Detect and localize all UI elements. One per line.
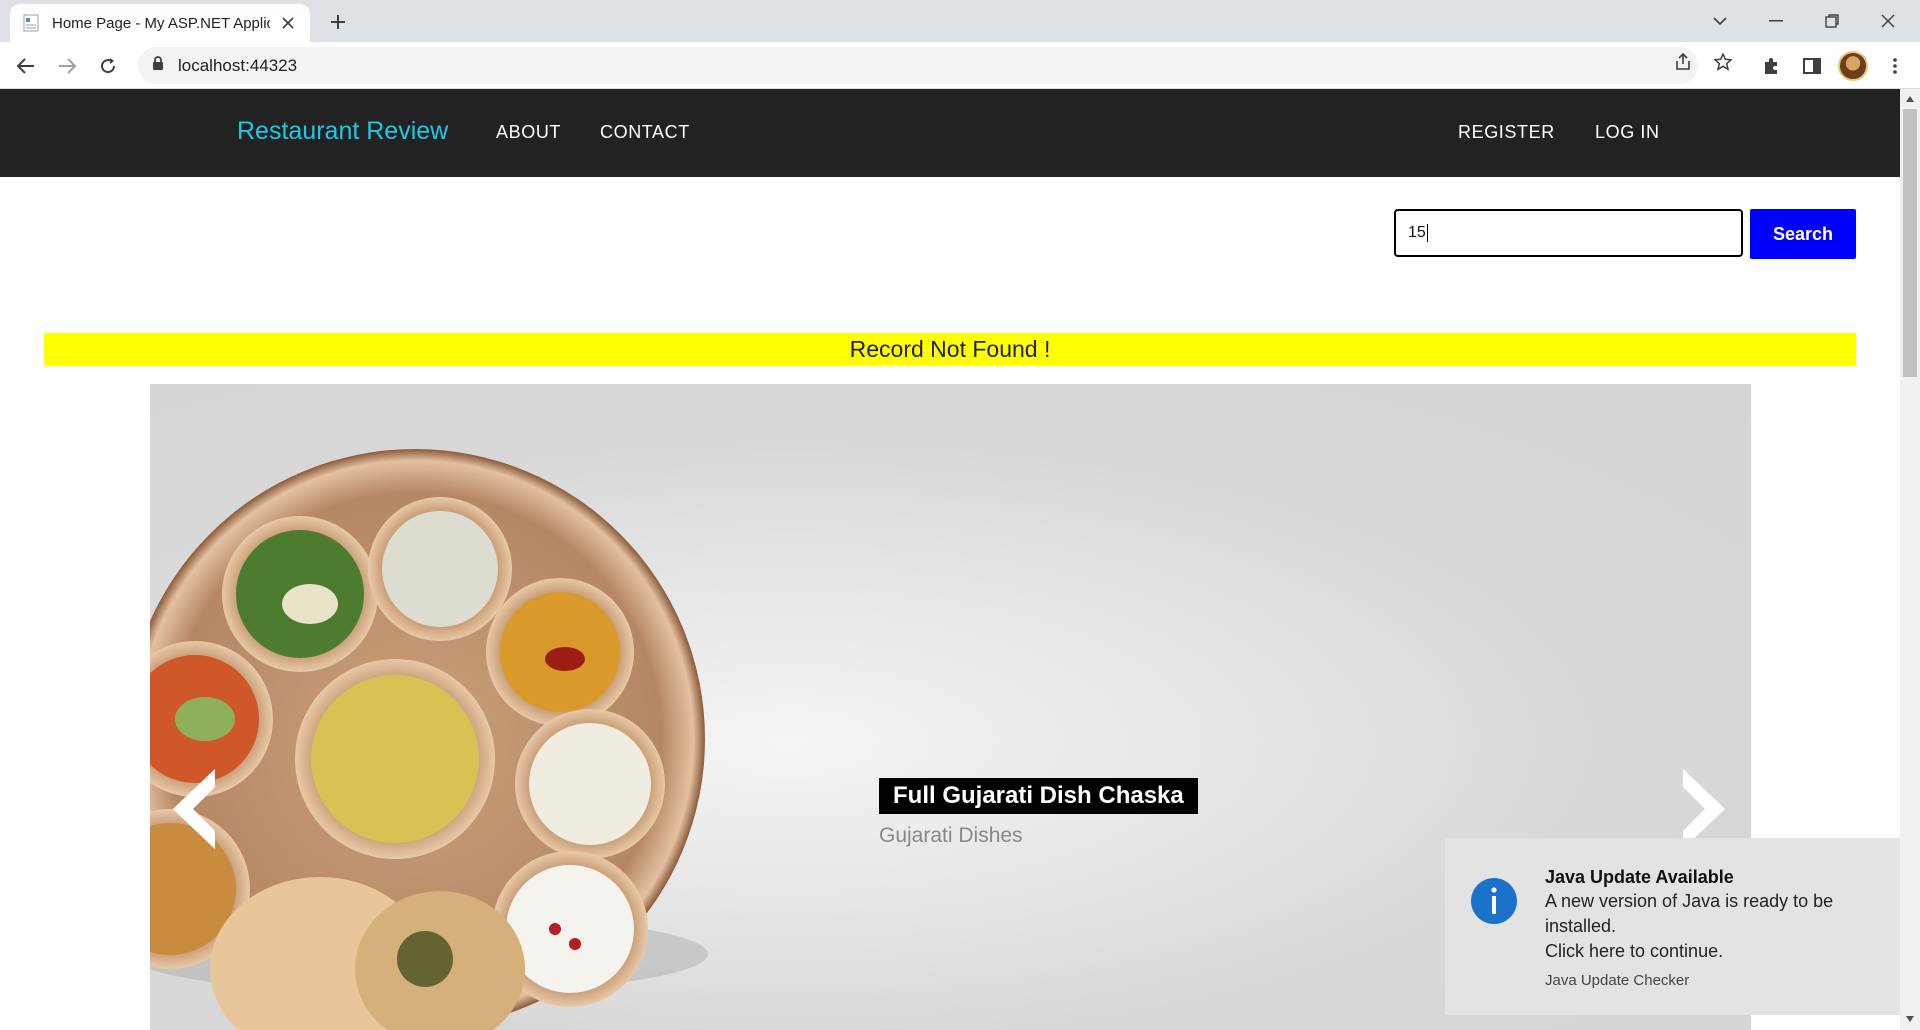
browser-tab[interactable]: Home Page - My ASP.NET Applic [10,4,310,42]
reload-icon[interactable] [92,50,124,82]
close-tab-icon[interactable] [278,13,298,33]
profile-avatar[interactable] [1838,51,1868,81]
nav-login-link[interactable]: LOG IN [1595,122,1660,143]
side-panel-icon[interactable] [1797,51,1827,81]
page-scrollbar[interactable] [1900,89,1920,1030]
slide-caption-title: Full Gujarati Dish Chaska [879,778,1198,814]
restore-icon[interactable] [1804,0,1860,42]
brand-link[interactable]: Restaurant Review [237,117,448,146]
close-window-icon[interactable] [1860,0,1916,42]
browser-toolbar: localhost:44323 [0,42,1920,89]
nav-contact-link[interactable]: CONTACT [600,122,690,143]
notification-message-line2: installed. [1545,916,1617,936]
search-button[interactable]: Search [1750,209,1856,259]
notification-source: Java Update Checker [1545,972,1690,989]
new-tab-icon[interactable] [325,9,351,35]
menu-kebab-icon[interactable] [1880,51,1910,81]
address-bar[interactable]: localhost:44323 [138,47,1698,84]
search-input[interactable]: 15 [1394,209,1743,257]
record-not-found-message: Record Not Found ! [44,333,1856,366]
scroll-down-icon[interactable] [1904,1013,1916,1025]
bookmark-star-icon[interactable] [1708,47,1738,77]
url-text: localhost:44323 [178,55,298,75]
search-input-value: 15 [1408,224,1426,241]
minimize-icon[interactable] [1748,0,1804,42]
nav-about-link[interactable]: ABOUT [496,122,561,143]
java-update-notification[interactable]: Java Update Available A new version of J… [1445,838,1900,1015]
tab-title: Home Page - My ASP.NET Applic [52,14,270,32]
slide-caption-subtitle: Gujarati Dishes [879,824,1023,847]
text-caret [1426,224,1428,242]
lock-icon [152,55,164,76]
info-icon [1471,878,1517,924]
page-icon [22,14,40,32]
share-icon[interactable] [1668,47,1698,77]
notification-title: Java Update Available [1545,867,1734,887]
scroll-up-icon[interactable] [1904,93,1916,105]
notification-action-text[interactable]: Click here to continue. [1545,941,1723,962]
nav-register-link[interactable]: REGISTER [1458,122,1555,143]
notification-message-line1: A new version of Java is ready to be [1545,891,1834,911]
back-icon[interactable] [10,50,42,82]
site-navbar: Restaurant Review ABOUT CONTACT REGISTER… [0,89,1900,177]
scrollbar-thumb[interactable] [1903,109,1917,377]
tab-search-icon[interactable] [1692,0,1748,42]
tab-strip: Home Page - My ASP.NET Applic [0,0,1920,42]
extensions-icon[interactable] [1756,51,1786,81]
forward-icon[interactable] [51,50,83,82]
carousel-prev-icon[interactable] [173,769,218,849]
carousel-next-icon[interactable] [1680,769,1725,849]
